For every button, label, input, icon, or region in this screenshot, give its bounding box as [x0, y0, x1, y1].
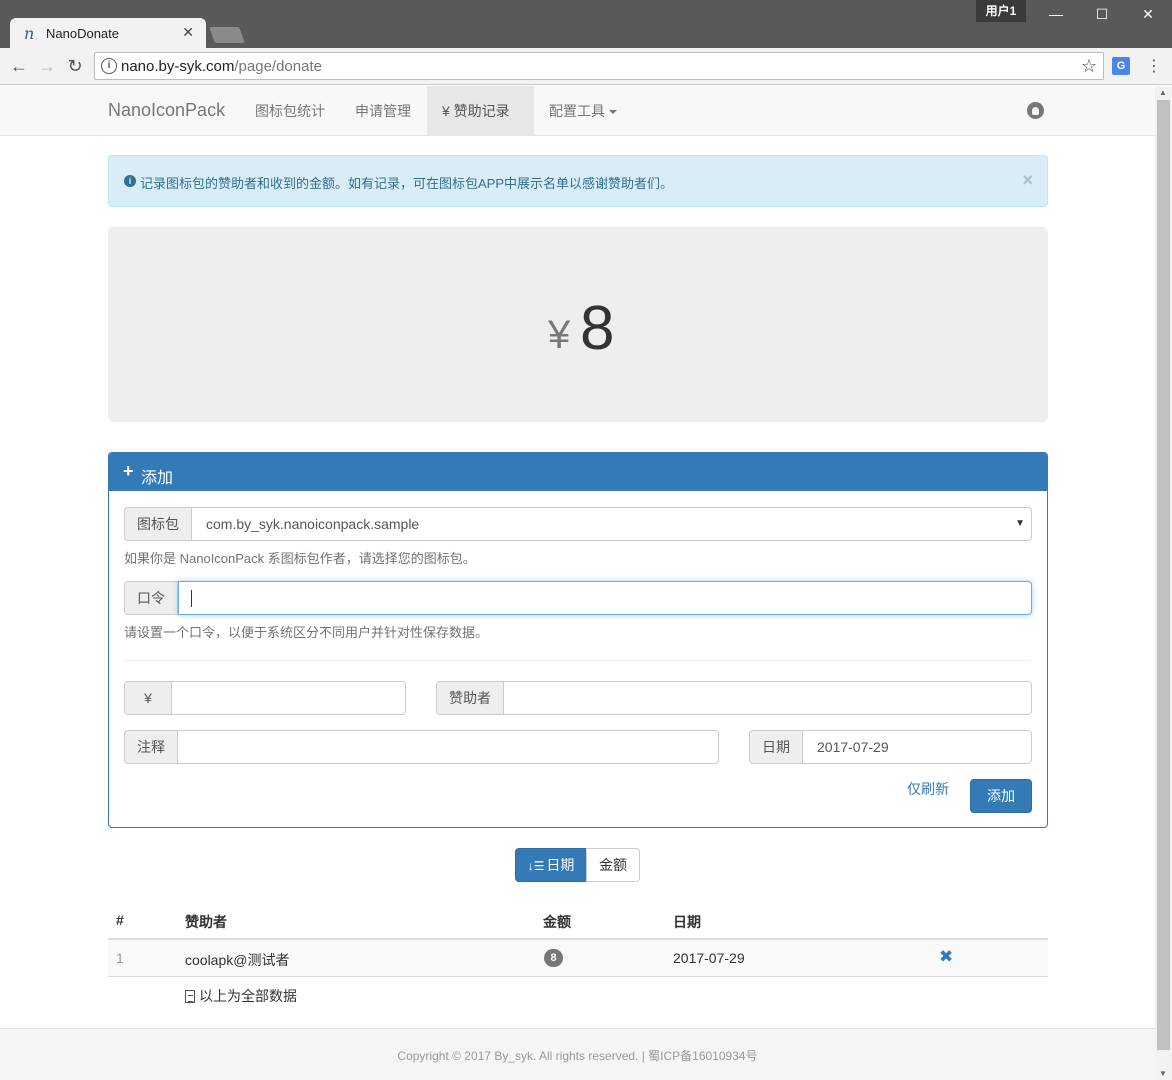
info-alert: i 记录图标包的赞助者和收到的金额。如有记录，可在图标包APP中展示名单以感谢赞… — [108, 155, 1048, 207]
date-input[interactable]: 2017-07-29 — [803, 730, 1032, 764]
amount-badge: 8 — [544, 949, 563, 967]
nav-item-stats[interactable]: 图标包统计 — [240, 86, 340, 136]
iconpack-select[interactable]: com.by_syk.nanoiconpack.sample ▼ — [192, 507, 1032, 541]
scrollbar-thumb[interactable] — [1157, 100, 1170, 1050]
date-label: 日期 — [749, 730, 803, 764]
iconpack-label: 图标包 — [124, 507, 192, 541]
currency-symbol: ¥ — [548, 313, 571, 357]
note-label: 注释 — [124, 730, 178, 764]
top-navbar: NanoIconPack 图标包统计 申请管理 ¥ 赞助记录 配置工具 — [0, 86, 1155, 136]
donor-label: 赞助者 — [436, 681, 504, 715]
browser-toolbar: ← → ↻ i nano.by-syk.com/page/donate ☆ G … — [0, 48, 1172, 85]
minimize-icon[interactable]: — — [1044, 4, 1068, 24]
navbar-brand[interactable]: NanoIconPack — [108, 100, 225, 121]
text-cursor — [191, 590, 192, 607]
document-icon — [185, 990, 195, 1003]
browser-tab[interactable]: n NanoDonate ✕ — [10, 18, 206, 48]
tab-title: NanoDonate — [46, 26, 119, 41]
page-viewport: NanoIconPack 图标包统计 申请管理 ¥ 赞助记录 配置工具 i 记录… — [0, 86, 1155, 1080]
column-header-index: # — [116, 912, 124, 928]
panel-heading: + 添加 — [109, 453, 1047, 491]
plus-icon: + — [123, 461, 134, 481]
chevron-down-icon — [609, 110, 617, 115]
password-help: 请设置一个口令，以便于系统区分不同用户并针对性保存数据。 — [124, 625, 489, 640]
column-header-date: 日期 — [673, 914, 701, 930]
nav-item-requests[interactable]: 申请管理 — [340, 86, 426, 136]
note-input[interactable] — [178, 730, 719, 764]
donor-input[interactable] — [504, 681, 1032, 715]
total-amount: 8 — [580, 294, 615, 363]
nav-item-config-tools[interactable]: 配置工具 — [534, 86, 632, 136]
github-icon[interactable] — [1027, 102, 1044, 119]
dropdown-arrow-icon: ▼ — [1015, 518, 1025, 529]
reload-icon[interactable]: ↻ — [64, 56, 86, 78]
password-group: 口令 — [124, 581, 1032, 615]
alert-text: 记录图标包的赞助者和收到的金额。如有记录，可在图标包APP中展示名单以感谢赞助者… — [140, 176, 674, 191]
delete-icon[interactable]: ✖ — [939, 947, 953, 967]
tab-close-icon[interactable]: ✕ — [182, 24, 194, 41]
add-donation-panel: + 添加 图标包 com.by_syk.nanoiconpack.sample … — [108, 452, 1048, 828]
add-button[interactable]: 添加 — [970, 779, 1032, 813]
iconpack-group: 图标包 com.by_syk.nanoiconpack.sample ▼ — [124, 507, 1032, 541]
amount-group: ¥ — [124, 681, 406, 715]
form-divider — [123, 660, 1031, 661]
row-donor: coolapk@测试者 — [185, 952, 290, 968]
alert-close-icon[interactable]: × — [1022, 170, 1033, 191]
vertical-scrollbar[interactable]: ▲ ▼ — [1155, 86, 1172, 1080]
amount-input[interactable] — [172, 681, 406, 715]
note-group: 注释 — [124, 730, 719, 764]
row-date: 2017-07-29 — [673, 950, 745, 966]
browser-menu-icon[interactable]: ⋮ — [1146, 56, 1162, 76]
translate-extension-icon[interactable]: G — [1112, 57, 1130, 75]
window-close-icon[interactable]: ✕ — [1136, 4, 1160, 24]
amount-label: ¥ — [124, 681, 172, 715]
scroll-up-arrow-icon[interactable]: ▲ — [1159, 88, 1167, 97]
back-icon[interactable]: ← — [8, 56, 30, 78]
profile-badge[interactable]: 用户1 — [976, 0, 1026, 22]
copyright-text: Copyright © 2017 By_syk. All rights rese… — [397, 1049, 758, 1063]
tab-favicon-icon: n — [24, 24, 35, 43]
sort-by-amount-button[interactable]: 金额 — [586, 848, 640, 882]
scroll-down-arrow-icon[interactable]: ▼ — [1159, 1069, 1167, 1078]
site-info-icon[interactable]: i — [101, 58, 117, 74]
page-footer: Copyright © 2017 By_syk. All rights rese… — [0, 1028, 1155, 1080]
refresh-only-link[interactable]: 仅刷新 — [907, 779, 949, 799]
total-amount-panel: ¥ 8 — [108, 227, 1048, 422]
maximize-icon[interactable]: ☐ — [1090, 4, 1114, 24]
forward-icon[interactable]: → — [36, 56, 58, 78]
browser-titlebar: n NanoDonate ✕ 用户1 — ☐ ✕ — [0, 0, 1172, 48]
address-bar[interactable]: i nano.by-syk.com/page/donate ☆ — [94, 52, 1104, 80]
date-group: 日期 2017-07-29 — [749, 730, 1032, 764]
url-text[interactable]: nano.by-syk.com/page/donate — [121, 58, 322, 75]
table-footnote: 以上为全部数据 — [185, 986, 297, 1006]
nav-item-donate[interactable]: ¥ 赞助记录 — [427, 86, 534, 136]
donor-group: 赞助者 — [436, 681, 1032, 715]
info-icon: i — [124, 175, 136, 187]
iconpack-help: 如果你是 NanoIconPack 系图标包作者，请选择您的图标包。 — [124, 551, 476, 566]
column-header-amount: 金额 — [543, 914, 571, 930]
table-row: 1 coolapk@测试者 8 2017-07-29 ✖ — [108, 940, 1048, 977]
panel-title: 添加 — [141, 470, 174, 487]
sort-icon: ↓☰ — [527, 859, 545, 873]
row-index: 1 — [116, 950, 124, 966]
sort-by-date-button[interactable]: ↓☰ 日期 — [515, 848, 587, 882]
new-tab-button[interactable] — [209, 27, 245, 43]
password-input[interactable] — [178, 581, 1032, 615]
bookmark-star-icon[interactable]: ☆ — [1081, 56, 1097, 77]
password-label: 口令 — [124, 581, 178, 615]
column-header-donor: 赞助者 — [185, 914, 227, 930]
